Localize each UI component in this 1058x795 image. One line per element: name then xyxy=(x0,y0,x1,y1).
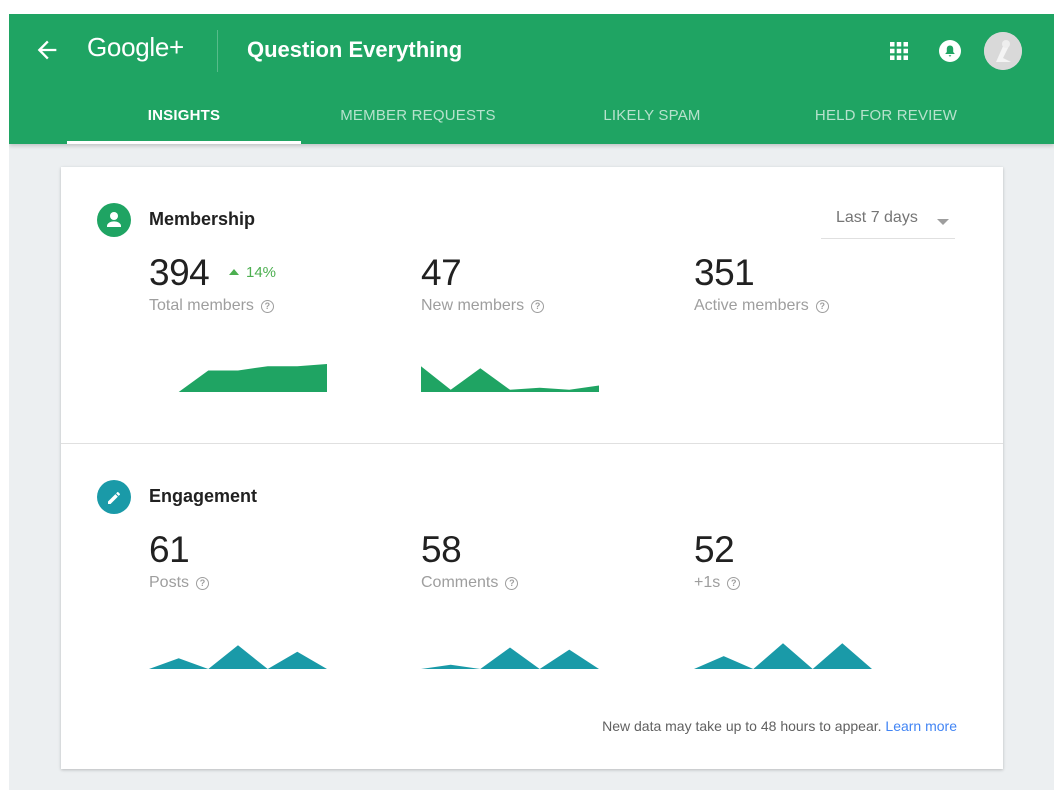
metric-label-text: Comments xyxy=(421,574,499,591)
metric-value: 47 xyxy=(421,252,462,293)
sparkline-area xyxy=(421,647,599,669)
sparkline-total-members xyxy=(149,364,327,392)
metric-label-text: Active members xyxy=(694,297,809,314)
metric-value: 61 xyxy=(149,529,190,570)
metric-value: 52 xyxy=(694,529,735,570)
metric-label-text: Total members xyxy=(149,297,254,314)
metric-label: Posts? xyxy=(149,574,210,592)
sparkline-comments xyxy=(421,647,599,669)
sparkline-plus-ones xyxy=(694,643,872,669)
bell-icon xyxy=(939,40,961,62)
help-icon[interactable]: ? xyxy=(531,300,545,313)
learn-more-link[interactable]: Learn more xyxy=(885,718,957,734)
note-text: New data may take up to 48 hours to appe… xyxy=(602,718,882,734)
data-delay-note: New data may take up to 48 hours to appe… xyxy=(602,718,957,734)
tab-bar: INSIGHTS MEMBER REQUESTS LIKELY SPAM HEL… xyxy=(67,92,1054,144)
membership-section: Membership Last 7 days 394 14% Total mem… xyxy=(61,167,1003,444)
engagement-section: Engagement 61 Posts? 58 Comments? 52 +1s… xyxy=(61,444,1003,769)
person-icon xyxy=(97,203,131,237)
apps-grid-icon xyxy=(890,42,908,60)
sparkline-area xyxy=(421,366,599,392)
header-divider xyxy=(217,30,218,72)
membership-title: Membership xyxy=(149,209,256,229)
apps-button[interactable] xyxy=(889,41,909,61)
metric-label-text: +1s xyxy=(694,574,721,591)
date-range-value: Last 7 days xyxy=(836,209,918,226)
insights-card: Membership Last 7 days 394 14% Total mem… xyxy=(61,167,1003,769)
help-icon[interactable]: ? xyxy=(505,577,519,590)
sparkline-area xyxy=(149,364,327,392)
avatar[interactable] xyxy=(984,32,1022,70)
pencil-icon xyxy=(97,480,131,514)
tab-likely-spam[interactable]: LIKELY SPAM xyxy=(535,92,769,144)
dropdown-arrow-icon xyxy=(937,219,949,225)
change-value: 14% xyxy=(246,264,277,281)
tab-insights[interactable]: INSIGHTS xyxy=(67,92,301,144)
trend-up-icon xyxy=(229,269,239,275)
metric-label: +1s? xyxy=(694,574,741,592)
metric-value: 394 xyxy=(149,252,210,293)
arrow-back-icon xyxy=(37,40,57,60)
active-tab-indicator xyxy=(67,141,301,144)
sparkline-posts xyxy=(149,645,327,669)
metric-value: 58 xyxy=(421,529,462,570)
sparkline-new-members xyxy=(421,366,599,392)
app-window: Google+ Question Everything INSIGHTS MEM… xyxy=(9,14,1054,790)
sparkline-area xyxy=(149,645,327,669)
change-badge: 14% xyxy=(229,264,276,281)
metric-label: Active members? xyxy=(694,297,829,315)
help-icon[interactable]: ? xyxy=(815,300,829,313)
metric-label: New members? xyxy=(421,297,545,315)
metric-label: Comments? xyxy=(421,574,519,592)
profile-photo-icon xyxy=(984,32,1022,70)
help-icon[interactable]: ? xyxy=(727,577,741,590)
tab-member-requests[interactable]: MEMBER REQUESTS xyxy=(301,92,535,144)
metric-label-text: New members xyxy=(421,297,525,314)
google-plus-logo[interactable]: Google+ xyxy=(87,32,184,63)
app-header: Google+ Question Everything INSIGHTS MEM… xyxy=(9,14,1054,144)
date-range-select[interactable]: Last 7 days xyxy=(821,204,955,239)
metric-label: Total members? xyxy=(149,297,274,315)
notifications-button[interactable] xyxy=(938,39,962,63)
back-button[interactable] xyxy=(33,36,61,64)
engagement-title: Engagement xyxy=(149,486,258,506)
community-title: Question Everything xyxy=(247,37,463,62)
help-icon[interactable]: ? xyxy=(260,300,274,313)
help-icon[interactable]: ? xyxy=(196,577,210,590)
metric-label-text: Posts xyxy=(149,574,190,591)
tab-held-for-review[interactable]: HELD FOR REVIEW xyxy=(769,92,1003,144)
metric-value: 351 xyxy=(694,252,755,293)
sparkline-area xyxy=(694,643,872,669)
